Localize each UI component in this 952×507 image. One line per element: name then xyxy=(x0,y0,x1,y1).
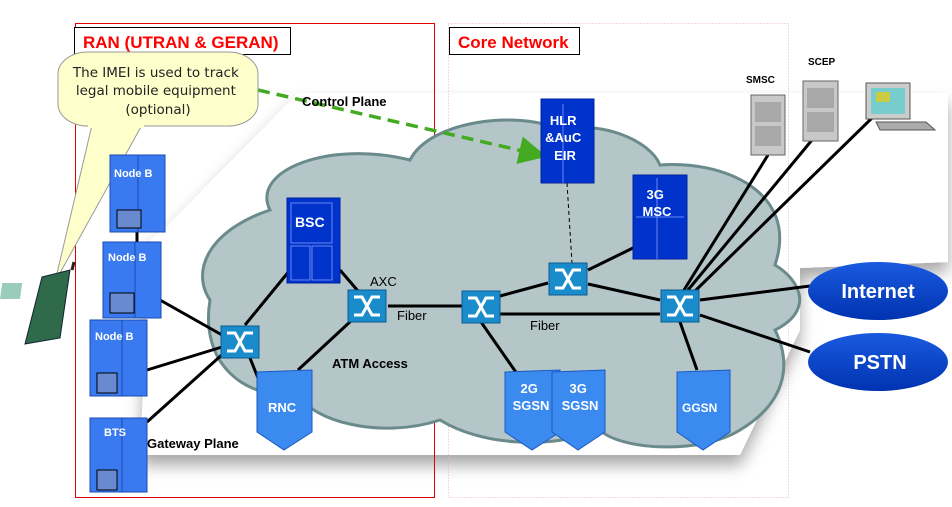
mobile-phone-icon xyxy=(0,261,76,345)
gateway-plane-label: Gateway Plane xyxy=(147,436,239,451)
node-b-2: Node B xyxy=(102,241,162,319)
node-b-3: Node B xyxy=(89,319,148,397)
pstn-label: PSTN xyxy=(853,352,906,374)
internet-label: Internet xyxy=(841,281,915,303)
sgsn2g-label-2: SGSN xyxy=(513,398,550,413)
ran-atm-switch-icon xyxy=(220,325,260,359)
fiber-label-2: Fiber xyxy=(530,318,560,333)
internet-cloud: Internet xyxy=(808,262,948,320)
ggsn-label: GGSN xyxy=(682,401,717,415)
bsc-label: BSC xyxy=(295,214,325,230)
callout-line-1: The IMEI is used to track xyxy=(72,65,239,81)
msc-label-1: 3G xyxy=(647,187,664,202)
axc-label: AXC xyxy=(370,274,397,289)
callout-line-3: (optional) xyxy=(125,102,190,118)
fiber-label-1: Fiber xyxy=(397,308,427,323)
msc-label-2: MSC xyxy=(643,204,673,219)
node-b-3-label: Node B xyxy=(95,331,134,343)
node-b-1-label: Node B xyxy=(114,168,153,180)
callout-line-2: legal mobile equipment xyxy=(76,83,236,99)
sgsn2g-label-1: 2G xyxy=(521,381,538,396)
smsc-label: SMSC xyxy=(746,75,775,86)
scep-server: SCEP xyxy=(802,57,839,142)
control-plane-label: Control Plane xyxy=(302,94,387,109)
core-atm-switch-1-icon xyxy=(461,290,501,324)
3g-msc: 3G MSC xyxy=(632,174,688,260)
node-b-1: Node B xyxy=(109,154,166,233)
hlr-label: HLR xyxy=(550,113,577,128)
bsc: BSC xyxy=(286,197,341,284)
bts: BTS xyxy=(89,417,148,493)
axc-switch-icon xyxy=(347,289,387,323)
node-b-2-label: Node B xyxy=(108,252,147,264)
network-diagram: RAN (UTRAN & GERAN) Core Network The IME… xyxy=(0,23,948,498)
rnc-label: RNC xyxy=(268,400,297,415)
sgsn3g-label-2: SGSN xyxy=(562,398,599,413)
bts-label: BTS xyxy=(104,427,126,439)
core-atm-switch-2-icon xyxy=(548,262,588,296)
atm-access-label: ATM Access xyxy=(332,356,408,371)
smsc-server: SMSC xyxy=(746,75,786,156)
ran-region-label: RAN (UTRAN & GERAN) xyxy=(83,33,278,52)
pstn-cloud: PSTN xyxy=(808,333,948,391)
sgsn3g-label-1: 3G xyxy=(570,381,587,396)
core-region-label: Core Network xyxy=(458,33,569,52)
auc-label: &AuC xyxy=(545,130,582,145)
eir-label: EIR xyxy=(554,148,576,163)
hlr-auc-eir: HLR &AuC EIR xyxy=(540,98,595,184)
core-atm-switch-3-icon xyxy=(660,289,700,323)
scep-label: SCEP xyxy=(808,57,836,68)
